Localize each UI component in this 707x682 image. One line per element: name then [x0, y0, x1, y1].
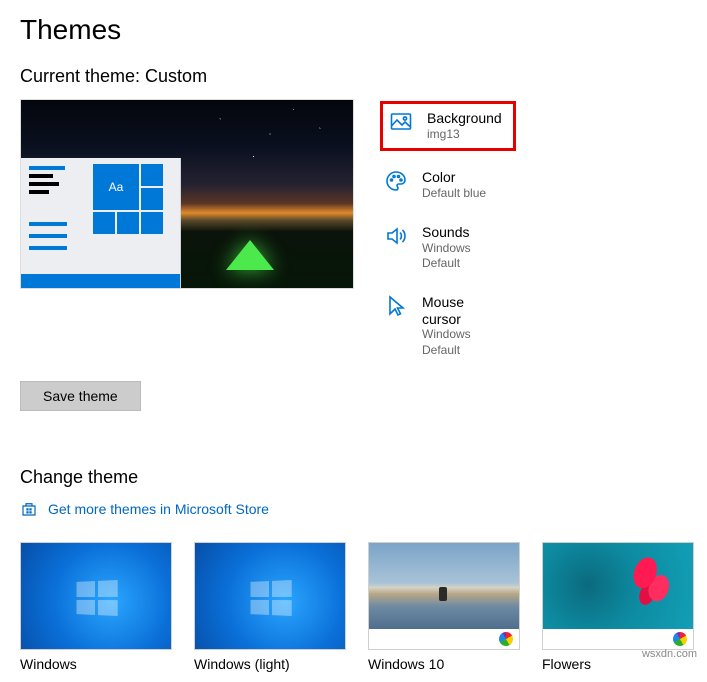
speaker-icon — [384, 224, 408, 248]
preview-tile-aa: Aa — [93, 164, 139, 210]
theme-card-windows10[interactable]: Windows 10 — [368, 542, 520, 672]
store-icon — [20, 500, 38, 518]
setting-background-value: img13 — [427, 127, 502, 143]
multicolor-icon — [673, 632, 687, 646]
setting-cursor-value: Windows Default — [422, 327, 504, 358]
palette-icon — [384, 169, 408, 193]
setting-cursor-title: Mouse cursor — [422, 294, 504, 328]
multicolor-icon — [499, 632, 513, 646]
save-theme-button[interactable]: Save theme — [20, 381, 141, 411]
theme-card-windows-light[interactable]: Windows (light) — [194, 542, 346, 672]
theme-name: Windows — [20, 656, 172, 672]
setting-sounds-value: Windows Default — [422, 241, 504, 272]
page-title: Themes — [20, 14, 687, 46]
theme-card-windows[interactable]: Windows — [20, 542, 172, 672]
change-theme-heading: Change theme — [20, 467, 687, 488]
store-link[interactable]: Get more themes in Microsoft Store — [20, 500, 687, 518]
theme-thumb — [368, 542, 520, 650]
setting-sounds-title: Sounds — [422, 224, 504, 241]
setting-color[interactable]: Color Default blue — [380, 165, 510, 205]
setting-background[interactable]: Background img13 — [380, 101, 516, 151]
watermark: wsxdn.com — [642, 648, 697, 660]
setting-color-title: Color — [422, 169, 486, 186]
theme-thumb — [542, 542, 694, 650]
setting-background-title: Background — [427, 110, 502, 127]
store-link-label: Get more themes in Microsoft Store — [48, 501, 269, 517]
theme-thumb — [194, 542, 346, 650]
theme-name: Windows (light) — [194, 656, 346, 672]
current-theme-label: Current theme: Custom — [20, 66, 687, 87]
setting-color-value: Default blue — [422, 186, 486, 202]
theme-name: Windows 10 — [368, 656, 520, 672]
picture-icon — [389, 110, 413, 134]
theme-thumb — [20, 542, 172, 650]
setting-cursor[interactable]: Mouse cursor Windows Default — [380, 290, 510, 363]
cursor-icon — [384, 294, 408, 318]
setting-sounds[interactable]: Sounds Windows Default — [380, 220, 510, 276]
theme-preview: Aa — [20, 99, 354, 289]
